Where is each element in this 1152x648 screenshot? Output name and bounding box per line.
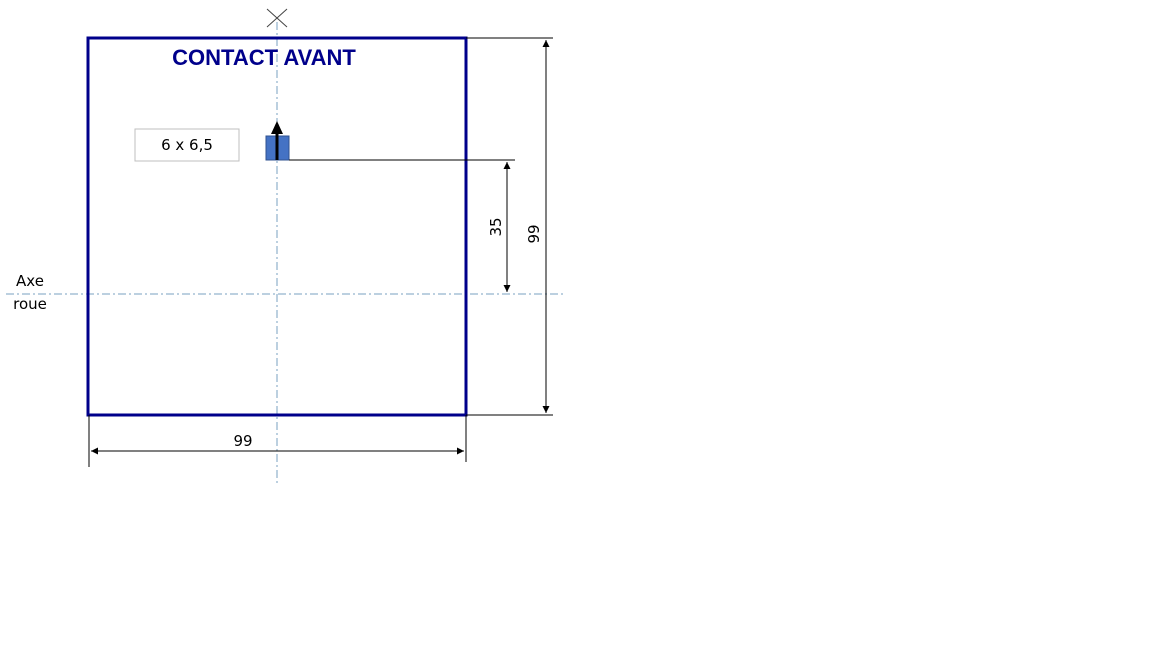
front-contact-diagram: CONTACT AVANT 6 x 6,5 99 35 99 Axe roue bbox=[6, 8, 565, 484]
contact-arrow-head-icon bbox=[271, 121, 283, 134]
contact-size-label: 6 x 6,5 bbox=[161, 136, 213, 154]
dim-width-label: 99 bbox=[233, 432, 252, 450]
dim-contact-axis-label: 35 bbox=[487, 217, 505, 236]
diagram-title: CONTACT AVANT bbox=[172, 45, 356, 70]
axis-label-line2: roue bbox=[13, 295, 47, 313]
dim-height-label: 99 bbox=[525, 224, 543, 243]
axis-label-line1: Axe bbox=[16, 272, 44, 290]
